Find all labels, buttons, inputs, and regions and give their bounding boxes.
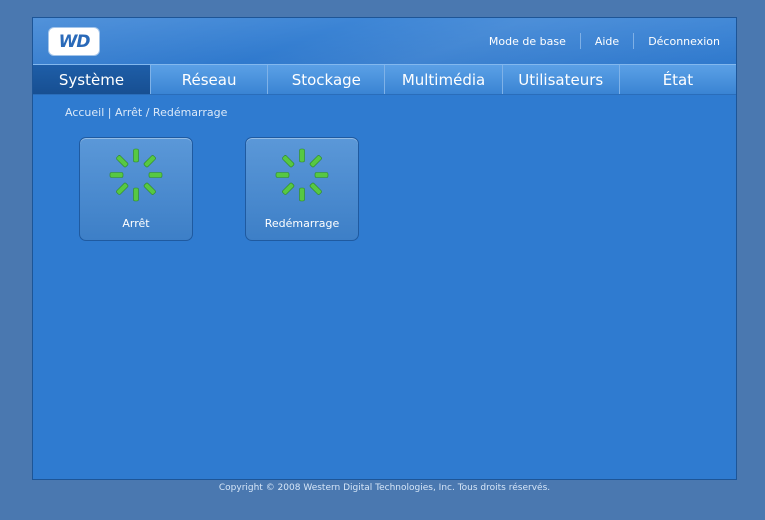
wd-logo[interactable]: WD [49,28,99,55]
tab-users[interactable]: Utilisateurs [503,65,620,94]
breadcrumb: Accueil | Arrêt / Redémarrage [65,106,227,119]
restart-label: Redémarrage [264,217,340,230]
main-frame: WD Mode de base Aide Déconnexion Système… [32,17,737,493]
tab-system[interactable]: Système [33,65,151,94]
breadcrumb-current: Arrêt / Redémarrage [115,106,228,119]
header-divider [633,33,635,49]
tab-status[interactable]: État [620,65,736,94]
logout-link[interactable]: Déconnexion [648,35,720,48]
shutdown-button[interactable]: Arrêt [79,137,193,241]
header-links: Mode de base Aide Déconnexion [489,33,720,49]
spinner-icon [109,148,163,202]
help-link[interactable]: Aide [595,35,619,48]
restart-button[interactable]: Redémarrage [245,137,359,241]
header-divider [579,33,581,49]
footer-copyright: Copyright © 2008 Western Digital Technol… [218,483,551,493]
basic-mode-link[interactable]: Mode de base [489,35,566,48]
tab-network[interactable]: Réseau [151,65,269,94]
breadcrumb-separator: | [107,106,112,119]
tab-storage[interactable]: Stockage [268,65,386,94]
main-tabs: Système Réseau Stockage Multimédia Utili… [33,64,736,95]
header-bar: WD Mode de base Aide Déconnexion [33,18,736,64]
spinner-icon [275,148,329,202]
tab-multimedia[interactable]: Multimédia [385,65,503,94]
breadcrumb-home-link[interactable]: Accueil [65,106,104,119]
shutdown-label: Arrêt [122,217,150,230]
